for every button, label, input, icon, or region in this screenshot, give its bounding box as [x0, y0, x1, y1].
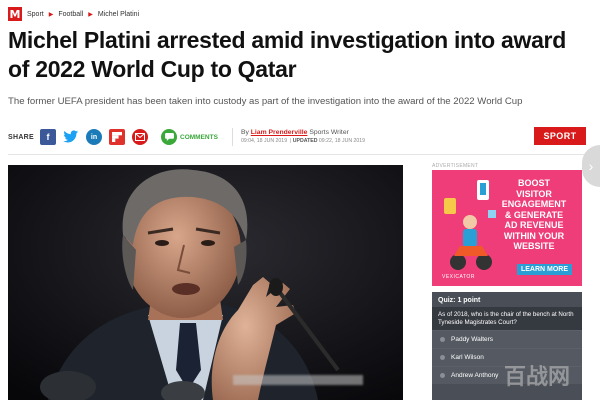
advertisement-banner[interactable]: BOOST VISITOR ENGAGEMENT & GENERATE AD R…	[432, 170, 582, 286]
article-photo	[8, 165, 403, 400]
chevron-right-icon: ▶	[88, 11, 93, 18]
learn-more-button[interactable]: LEARN MORE	[516, 264, 572, 275]
article-headline: Michel Platini arrested amid investigati…	[8, 27, 566, 82]
quiz-option[interactable]: Paddy Walters	[432, 330, 582, 349]
author-role: Sports Writer	[309, 129, 349, 136]
flipboard-icon[interactable]	[109, 129, 126, 145]
updated-label: UPDATED	[292, 138, 318, 144]
linkedin-icon[interactable]: in	[86, 129, 103, 145]
ad-headline: BOOST VISITOR ENGAGEMENT & GENERATE AD R…	[501, 178, 567, 251]
radio-icon	[440, 337, 445, 343]
radio-icon	[440, 373, 445, 379]
comments-link[interactable]: COMMENTS	[180, 134, 218, 141]
section-badge-sport[interactable]: SPORT	[534, 127, 586, 145]
breadcrumb-football[interactable]: Football	[58, 11, 83, 18]
facebook-icon[interactable]: f	[40, 129, 57, 145]
share-label: SHARE	[8, 133, 35, 141]
quiz-question: As of 2018, who is the chair of the benc…	[432, 307, 582, 331]
quiz-header: Quiz: 1 point	[438, 297, 481, 304]
email-icon[interactable]	[132, 129, 149, 145]
breadcrumb-michel-platini[interactable]: Michel Platini	[98, 11, 139, 18]
photo-caption-blurred	[233, 375, 363, 385]
chevron-right-icon: ▶	[48, 11, 54, 18]
share-bar: SHARE f in COMMENTS By Liam Prenderville…	[8, 126, 365, 148]
published-time: 09:04, 18 JUN 2019	[240, 138, 288, 144]
site-logo[interactable]: M	[8, 7, 22, 21]
breadcrumb-sport[interactable]: Sport	[27, 11, 44, 18]
author-link[interactable]: Liam Prenderville	[251, 129, 308, 136]
byline: By Liam Prenderville Sports Writer 09:04…	[240, 129, 366, 144]
watermark-logo: 百战网	[504, 365, 570, 390]
breadcrumb: M Sport ▶ Football ▶ Michel Platini	[8, 6, 139, 22]
comment-bubble-icon[interactable]	[161, 129, 178, 145]
svg-text:百战网: 百战网	[504, 365, 570, 390]
twitter-icon[interactable]	[63, 129, 79, 145]
ad-brand: VEXICATOR	[442, 274, 475, 280]
divider	[231, 128, 233, 146]
chevron-right-icon[interactable]: ›	[582, 145, 600, 187]
divider	[8, 154, 591, 155]
updated-time: 09:22, 18 JUN 2019	[318, 138, 366, 144]
article-standfirst: The former UEFA president has been taken…	[8, 96, 523, 107]
advert-label: ADVERTISEMENT	[432, 163, 479, 169]
radio-icon	[440, 355, 445, 361]
byline-prefix: By	[240, 129, 249, 136]
